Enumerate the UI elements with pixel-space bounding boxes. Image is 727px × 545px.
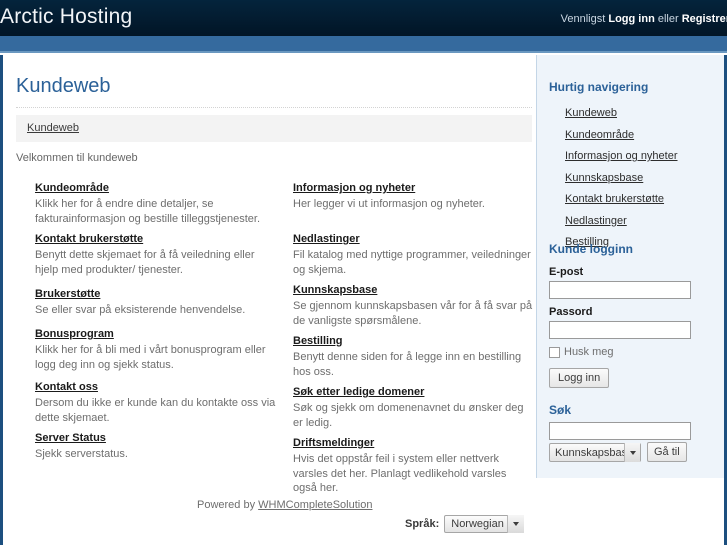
brand-title: Arctic Hosting [0,5,133,28]
link-item-title[interactable]: Driftsmeldinger [293,437,533,450]
sidebar-nav-list: Kundeweb Kundeområde Informasjon og nyhete… [565,103,678,254]
link-item-description: Sjekk serverstatus. [35,448,128,460]
email-field[interactable] [549,281,691,299]
link-item-description: Benytt denne siden for å legge inn en be… [293,351,522,378]
link-item-description: Hvis det oppstår feil i system eller net… [293,453,507,494]
password-field[interactable] [549,321,691,339]
sidebar-nav-link-4[interactable]: Kontakt brukerstøtte [565,193,664,205]
link-item-description: Klikk her for å endre dine detaljer, se … [35,198,261,225]
link-item: Server Status Sjekk serverstatus. [35,432,280,462]
link-item-title[interactable]: Kundeområde [35,182,280,195]
sidebar-nav-link-1[interactable]: Kundeområde [565,129,634,141]
title-divider [16,107,532,108]
list-item: Informasjon og nyheter [565,146,678,164]
link-item-title[interactable]: Kunnskapsbase [293,284,533,297]
link-item: Kunnskapsbase Se gjennom kunnskapsbasen v… [293,284,533,328]
link-item-title[interactable]: Brukerstøtte [35,288,280,301]
sidebar: Hurtig navigering Kundeweb Kundeområde Inf… [536,55,724,478]
page-container: Kundeweb Kundeweb Velkommen til kundeweb… [0,55,727,545]
login-link[interactable]: Logg inn [608,13,654,25]
page-title: Kundeweb [16,75,111,97]
language-value: Norwegian [451,518,504,530]
link-item: Kundeområde Klikk her for å endre dine de… [35,182,280,226]
link-item: Brukerstøtte Se eller svar på eksisterend… [35,288,280,318]
link-item-description: Klikk her for å bli med i vårt bonusprog… [35,344,266,371]
sidebar-heading-search: Søk [549,403,572,417]
powered-by-prefix: Powered by [197,499,259,511]
link-item-description: Se gjennom kunnskapsbasen vår for å få s… [293,300,533,327]
language-selector-row: Språk: Norwegian [405,515,525,533]
chevron-down-icon[interactable] [507,515,525,533]
language-label: Språk: [405,518,440,530]
header-auth-prefix: Vennligst [560,13,609,25]
list-item: Kunnskapsbase [565,168,678,186]
sidebar-nav-link-3[interactable]: Kunnskapsbase [565,172,643,184]
link-item-description: Fil katalog med nyttige programmer, veil… [293,249,531,276]
link-item: Bonusprogram Klikk her for å bli med i vå… [35,328,280,372]
link-item: Driftsmeldinger Hvis det oppstår feil i s… [293,437,533,496]
link-item-title[interactable]: Kontakt brukerstøtte [35,233,280,246]
sidebar-heading-navigation: Hurtig navigering [549,80,649,94]
list-item: Nedlastinger [565,211,678,229]
link-item-description: Søk og sjekk om domenenavnet du ønsker d… [293,402,524,429]
link-item: Bestilling Benytt denne siden for å legge… [293,335,533,379]
email-label: E-post [549,266,584,278]
breadcrumb: Kundeweb [16,115,532,142]
chevron-down-icon[interactable] [624,443,640,462]
link-item: Informasjon og nyheter Her legger vi ut i… [293,182,533,212]
breadcrumb-item-kundeweb[interactable]: Kundeweb [27,122,79,134]
powered-by: Powered by WHMCompleteSolution [197,499,372,511]
sidebar-nav-link-2[interactable]: Informasjon og nyheter [565,150,678,162]
blue-accent-band [0,36,727,53]
link-item-title[interactable]: Nedlastinger [293,233,533,246]
search-go-button[interactable]: Gå til [647,442,687,462]
login-button[interactable]: Logg inn [549,368,610,388]
link-item: Søk etter ledige domener Søk og sjekk om … [293,386,533,430]
sidebar-nav-link-5[interactable]: Nedlastinger [565,215,627,227]
remember-me-label: Husk meg [564,346,614,358]
sidebar-heading-login: Kunde logginn [549,242,633,256]
link-item-description: Benytt dette skjemaet for å få veilednin… [35,249,255,276]
header-auth-separator: eller [654,13,682,25]
link-item-title[interactable]: Informasjon og nyheter [293,182,533,195]
top-header: Arctic Hosting Vennligst Logg inn eller … [0,0,727,36]
remember-me-checkbox[interactable] [549,346,560,358]
sidebar-nav-link-0[interactable]: Kundeweb [565,107,617,119]
list-item: Kundeweb [565,103,678,121]
link-item-title[interactable]: Bestilling [293,335,533,348]
link-item: Kontakt brukerstøtte Benytt dette skjemae… [35,233,280,277]
register-link[interactable]: Registrer [682,13,727,25]
link-item-title[interactable]: Søk etter ledige domener [293,386,533,399]
remember-me-row[interactable]: Husk meg [549,346,614,358]
welcome-text: Velkommen til kundeweb [16,152,138,164]
link-item-title[interactable]: Server Status [35,432,280,445]
whmcs-link[interactable]: WHMCompleteSolution [258,499,372,511]
link-item-description: Dersom du ikke er kunde kan du kontakte … [35,397,276,424]
link-item-description: Her legger vi ut informasjon og nyheter. [293,198,485,210]
search-scope-select[interactable]: Kunnskapsbase [549,443,641,462]
link-item-title[interactable]: Kontakt oss [35,381,280,394]
link-item-description: Se eller svar på eksisterende henvendels… [35,304,246,316]
search-input[interactable] [549,422,691,440]
link-item: Kontakt oss Dersom du ikke er kunde kan d… [35,381,280,425]
language-select[interactable]: Norwegian [444,515,525,533]
list-item: Kundeområde [565,125,678,143]
header-auth-links: Vennligst Logg inn eller Registrer [561,13,727,25]
search-scope-value: Kunnskapsbase [555,446,634,459]
link-item-title[interactable]: Bonusprogram [35,328,280,341]
password-label: Passord [549,306,593,318]
link-item: Nedlastinger Fil katalog med nyttige prog… [293,233,533,277]
main-content: Kundeweb Kundeweb Velkommen til kundeweb… [8,55,536,545]
list-item: Kontakt brukerstøtte [565,189,678,207]
